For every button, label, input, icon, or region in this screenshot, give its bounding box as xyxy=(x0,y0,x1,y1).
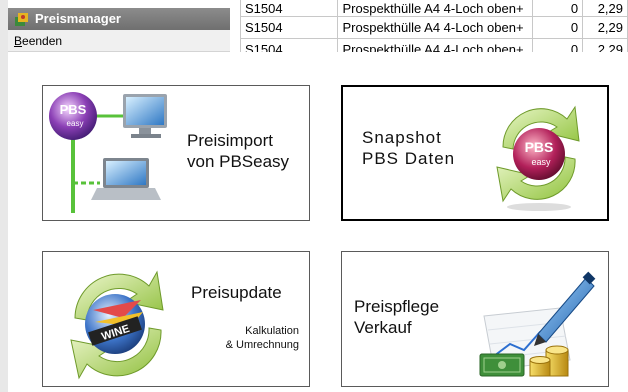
snapshot-button[interactable]: Snapshot PBS Daten PBS easy xyxy=(341,85,609,221)
title-line: Preispflege xyxy=(354,297,440,316)
table-cell: 0 xyxy=(532,15,584,39)
table-cell: 2,29 xyxy=(582,15,628,39)
price-maintenance-button[interactable]: Preispflege Verkauf xyxy=(341,251,609,387)
app-icon xyxy=(14,11,30,27)
subtitle-line: & Umrechnung xyxy=(225,339,299,351)
table-cell: 0 xyxy=(532,0,584,17)
chart-money-icon xyxy=(479,271,596,377)
title-line: von PBSeasy xyxy=(187,152,290,171)
svg-text:PBS: PBS xyxy=(60,102,87,117)
menu-bar: Beenden xyxy=(8,30,230,52)
table-cell: S1504 xyxy=(239,0,339,17)
table-row: S1504 Prospekthülle A4 4-Loch oben+ 0 2,… xyxy=(239,15,628,39)
price-import-button[interactable]: PBS easy Preisimport von PBSeasy xyxy=(42,85,310,221)
globe-sync-icon: WINE xyxy=(70,270,164,380)
window-title: Preismanager xyxy=(35,11,121,26)
svg-text:PBS: PBS xyxy=(525,139,554,155)
title-line: Preisimport xyxy=(187,131,273,150)
title-line: Snapshot xyxy=(362,128,442,147)
table-cell: Prospekthülle A4 4-Loch oben+ xyxy=(337,15,534,39)
background-strip xyxy=(0,0,8,392)
price-import-title: Preisimport von PBSeasy xyxy=(187,130,289,172)
svg-text:easy: easy xyxy=(531,157,551,167)
table-cell: Prospekthülle A4 4-Loch oben+ xyxy=(337,0,534,17)
menu-mnemonic: B xyxy=(14,34,23,48)
price-maintenance-title: Preispflege Verkauf xyxy=(354,296,439,338)
pbs-sync-icon: PBS easy xyxy=(496,105,580,211)
table-cell: 2,29 xyxy=(582,0,628,17)
svg-text:easy: easy xyxy=(67,119,84,128)
snapshot-title: Snapshot PBS Daten xyxy=(362,127,455,169)
table-cell: S1504 xyxy=(239,15,339,39)
menu-item-label: eenden xyxy=(22,34,63,48)
price-update-title: Preisupdate xyxy=(191,283,282,302)
main-panel: PBS easy Preisimport von PBSeasy Snapsho… xyxy=(8,52,628,392)
table-row: S1504 Prospekthülle A4 4-Loch oben+ 0 2,… xyxy=(239,0,628,17)
window-title-bar[interactable]: Preismanager xyxy=(8,8,230,30)
pbs-network-icon: PBS easy xyxy=(49,92,167,213)
title-line: PBS Daten xyxy=(362,149,456,168)
menu-item-quit[interactable]: Beenden xyxy=(14,34,62,48)
title-line: Verkauf xyxy=(354,318,412,337)
price-update-subtitle: Kalkulation & Umrechnung xyxy=(226,324,299,352)
price-update-button[interactable]: WINE Preisupdate Kalkulation & Umrechnun… xyxy=(42,251,310,387)
subtitle-line: Kalkulation xyxy=(245,325,299,337)
